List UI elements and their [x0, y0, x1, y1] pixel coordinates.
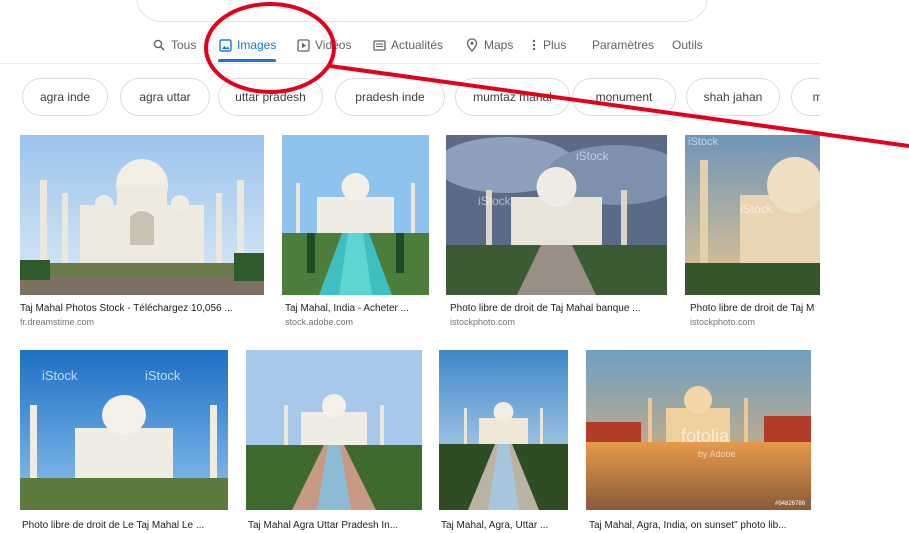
red-annotation-overlay [204, 2, 909, 148]
